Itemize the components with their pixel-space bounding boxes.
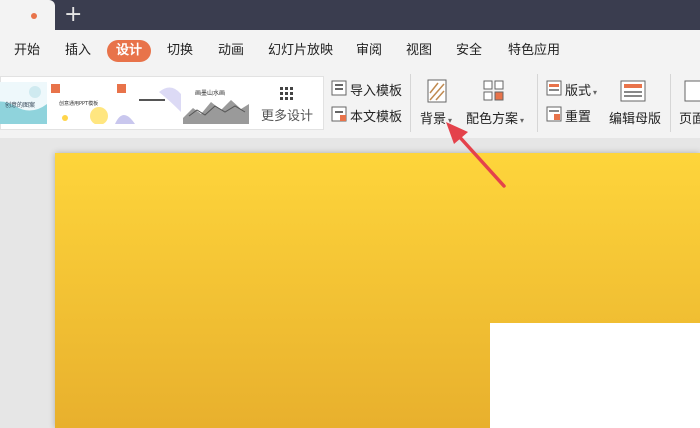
page-icon <box>684 80 700 102</box>
menu-view[interactable]: 视图 <box>406 40 432 62</box>
reset-icon <box>546 106 562 122</box>
layout-dropdown-caret-icon: ▾ <box>593 88 598 97</box>
ribbon-separator <box>537 74 538 132</box>
design-thumb-1[interactable]: 创意的图案 <box>0 82 47 124</box>
design-thumb-3-art-icon <box>115 82 181 124</box>
menu-security[interactable]: 安全 <box>456 40 482 62</box>
menu-home[interactable]: 开始 <box>14 40 40 62</box>
menu-design[interactable]: 设计 <box>107 40 152 62</box>
background-icon <box>427 79 447 103</box>
new-tab-button[interactable]: + <box>64 2 82 28</box>
slide-white-shape[interactable] <box>490 323 700 428</box>
edit-master-button[interactable]: 编辑母版 <box>609 108 661 127</box>
edit-master-icon <box>620 80 646 102</box>
menu-insert[interactable]: 插入 <box>65 40 91 62</box>
import-template-icon <box>331 80 347 96</box>
ribbon-separator <box>410 74 411 132</box>
menu-review[interactable]: 审阅 <box>356 40 382 62</box>
design-thumb-4-label: 画墨山水画 <box>195 90 226 97</box>
design-thumb-1-label: 创意的图案 <box>5 102 36 109</box>
more-designs-grid-icon[interactable] <box>280 87 293 100</box>
menu-special-apps[interactable]: 特色应用 <box>508 40 560 62</box>
menu-slideshow[interactable]: 幻灯片放映 <box>268 40 333 62</box>
ribbon-separator <box>670 74 671 132</box>
page-button[interactable]: 页面 <box>679 108 700 127</box>
design-thumb-2-label: 创意通用PPT模板 <box>59 101 99 107</box>
color-scheme-dropdown-caret-icon: ▾ <box>520 116 525 125</box>
design-thumb-2[interactable]: 创意通用PPT模板 <box>49 82 115 124</box>
document-tab[interactable] <box>0 0 55 30</box>
text-template-icon <box>331 106 347 122</box>
import-template-button[interactable]: 导入模板 <box>350 80 402 99</box>
menu-animation[interactable]: 动画 <box>218 40 244 62</box>
tab-modified-dot-icon <box>31 13 37 19</box>
design-thumb-4[interactable]: 画墨山水画 <box>183 82 249 124</box>
design-thumb-3[interactable] <box>115 82 181 124</box>
more-designs-button[interactable]: 更多设计 <box>261 105 313 124</box>
layout-button[interactable]: 版式 ▾ <box>565 80 597 99</box>
reset-button[interactable]: 重置 <box>565 106 591 125</box>
menu-bar <box>0 30 700 66</box>
text-template-button[interactable]: 本文模板 <box>350 106 402 125</box>
layout-label: 版式 <box>565 84 592 99</box>
menu-transition[interactable]: 切换 <box>167 40 193 62</box>
layout-icon <box>546 80 562 96</box>
title-bar <box>0 0 700 30</box>
annotation-arrow-icon <box>446 122 506 188</box>
color-scheme-icon <box>483 80 504 101</box>
